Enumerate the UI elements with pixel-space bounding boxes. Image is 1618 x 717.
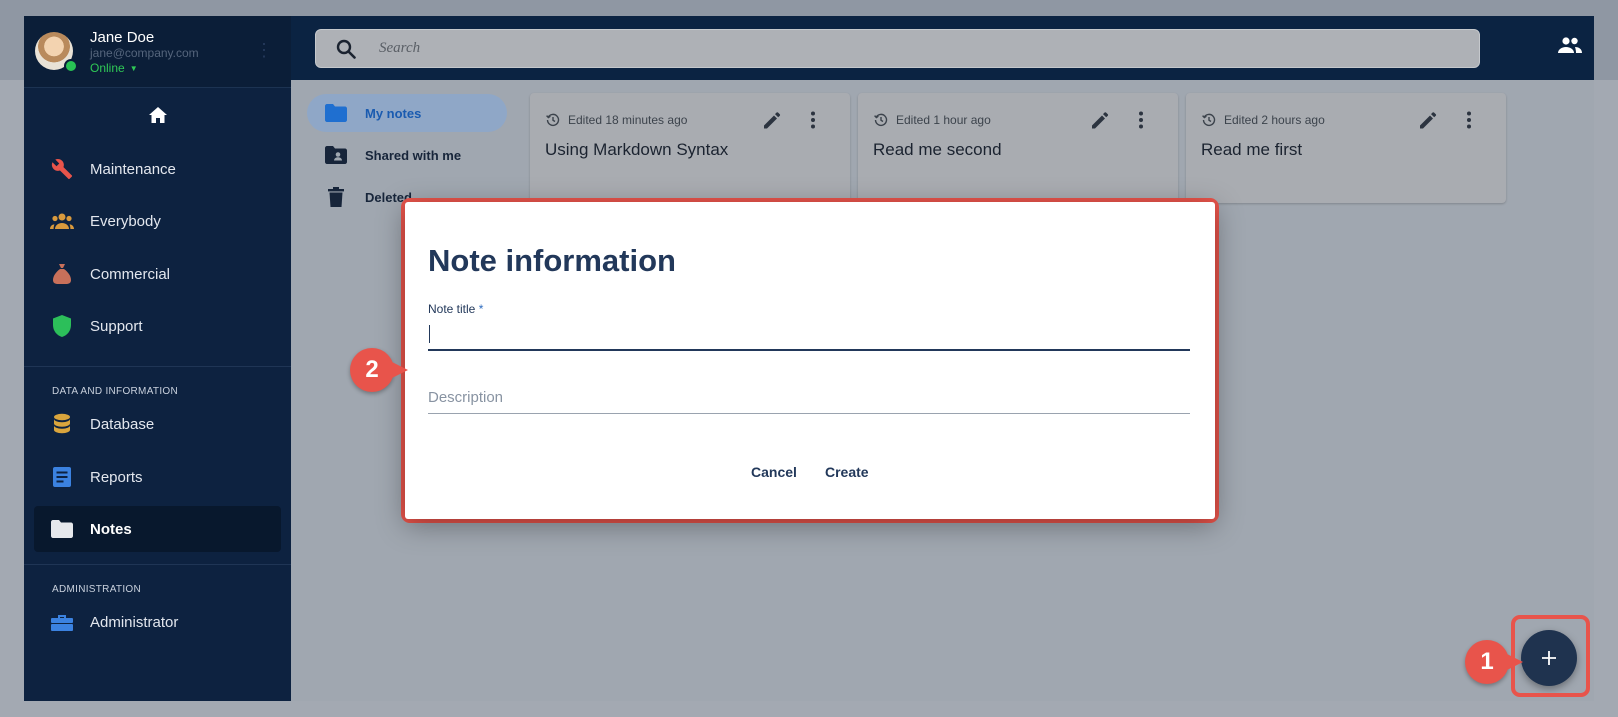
note-card[interactable]: Edited 18 minutes ago Using Markdown Syn… <box>530 93 850 203</box>
trash-icon <box>307 187 365 207</box>
note-card[interactable]: Edited 1 hour ago Read me second <box>858 93 1178 203</box>
note-title-label-text: Note title <box>428 302 476 316</box>
note-title: Read me second <box>873 140 1002 159</box>
sidebar-item-reports[interactable]: Reports <box>34 454 281 500</box>
top-bar: Search <box>291 16 1594 80</box>
sidebar-item-database[interactable]: Database <box>34 401 281 447</box>
status-label: Online <box>90 61 125 75</box>
folder-icon <box>34 520 90 538</box>
sidebar-item-label: Commercial <box>90 265 171 283</box>
search-input[interactable]: Search <box>379 40 420 57</box>
cancel-button[interactable]: Cancel <box>751 464 797 480</box>
edited-timestamp: Edited 1 hour ago <box>896 113 991 127</box>
home-button[interactable] <box>24 88 291 142</box>
required-marker: * <box>478 302 484 316</box>
history-icon <box>874 113 888 132</box>
sidebar-item-label: Maintenance <box>90 160 176 178</box>
sidebar-item-label: Support <box>90 317 143 335</box>
notes-nav-my-notes[interactable]: My notes <box>307 94 507 132</box>
database-icon <box>34 413 90 435</box>
folder-icon <box>307 104 365 122</box>
text-cursor <box>429 325 430 343</box>
document-icon <box>34 467 90 487</box>
section-heading-data: DATA AND INFORMATION <box>52 386 179 397</box>
note-card[interactable]: Edited 2 hours ago Read me first <box>1186 93 1506 203</box>
sidebar-item-label: Everybody <box>90 212 161 230</box>
kebab-menu-icon[interactable]: ⋮ <box>255 41 273 59</box>
home-icon <box>148 107 167 123</box>
status-dropdown[interactable]: Online ▼ <box>90 61 138 75</box>
people-icon <box>34 212 90 230</box>
note-title-label: Note title * <box>428 302 483 316</box>
search-bar[interactable]: Search <box>315 29 1480 68</box>
shield-icon <box>34 314 90 338</box>
sidebar-item-label: Notes <box>90 520 132 538</box>
step-callout-1: 1 <box>1465 640 1523 684</box>
note-title: Using Markdown Syntax <box>545 140 729 159</box>
caret-down-icon: ▼ <box>129 64 138 73</box>
more-vert-icon[interactable] <box>810 111 816 134</box>
notes-nav-label: Shared with me <box>365 147 462 163</box>
sidebar-divider <box>24 366 291 367</box>
create-button[interactable]: Create <box>825 464 869 480</box>
profile-panel[interactable]: Jane Doe jane@company.com Online ▼ ⋮ <box>24 16 291 88</box>
note-title-field[interactable] <box>428 317 1190 351</box>
edit-pencil-icon[interactable] <box>1090 110 1110 135</box>
notes-nav-shared[interactable]: Shared with me <box>307 136 507 174</box>
profile-name: Jane Doe <box>90 29 155 46</box>
more-vert-icon[interactable] <box>1138 111 1144 134</box>
sidebar-item-everybody[interactable]: Everybody <box>34 198 281 244</box>
sidebar-item-support[interactable]: Support <box>34 303 281 349</box>
history-icon <box>546 113 560 132</box>
shared-folder-icon <box>307 146 365 164</box>
online-status-dot <box>64 59 78 73</box>
search-icon <box>336 39 356 64</box>
sidebar-item-label: Reports <box>90 468 143 486</box>
money-bag-icon <box>34 263 90 285</box>
dialog-title: Note information <box>428 243 676 278</box>
wrench-icon <box>34 158 90 180</box>
sidebar-item-label: Administrator <box>90 613 179 631</box>
more-vert-icon[interactable] <box>1466 111 1472 134</box>
edited-timestamp: Edited 18 minutes ago <box>568 113 688 127</box>
note-title: Read me first <box>1201 140 1303 159</box>
history-icon <box>1202 113 1216 132</box>
sidebar-item-commercial[interactable]: Commercial <box>34 251 281 297</box>
section-heading-admin: ADMINISTRATION <box>52 584 142 595</box>
toolbox-icon <box>34 613 90 631</box>
step-callout-2: 2 <box>350 348 408 392</box>
edit-pencil-icon[interactable] <box>762 110 782 135</box>
notes-nav-label: My notes <box>365 105 422 121</box>
users-icon[interactable] <box>1558 37 1582 58</box>
edit-pencil-icon[interactable] <box>1418 110 1438 135</box>
sidebar-item-label: Database <box>90 415 155 433</box>
sidebar-item-notes[interactable]: Notes <box>34 506 281 552</box>
sidebar-divider <box>24 564 291 565</box>
sidebar-item-maintenance[interactable]: Maintenance <box>34 146 281 192</box>
sidebar-item-administrator[interactable]: Administrator <box>34 599 281 645</box>
description-field[interactable] <box>428 382 1190 414</box>
profile-email: jane@company.com <box>90 46 199 60</box>
edited-timestamp: Edited 2 hours ago <box>1224 113 1325 127</box>
sidebar: Jane Doe jane@company.com Online ▼ ⋮ Main… <box>24 16 291 701</box>
